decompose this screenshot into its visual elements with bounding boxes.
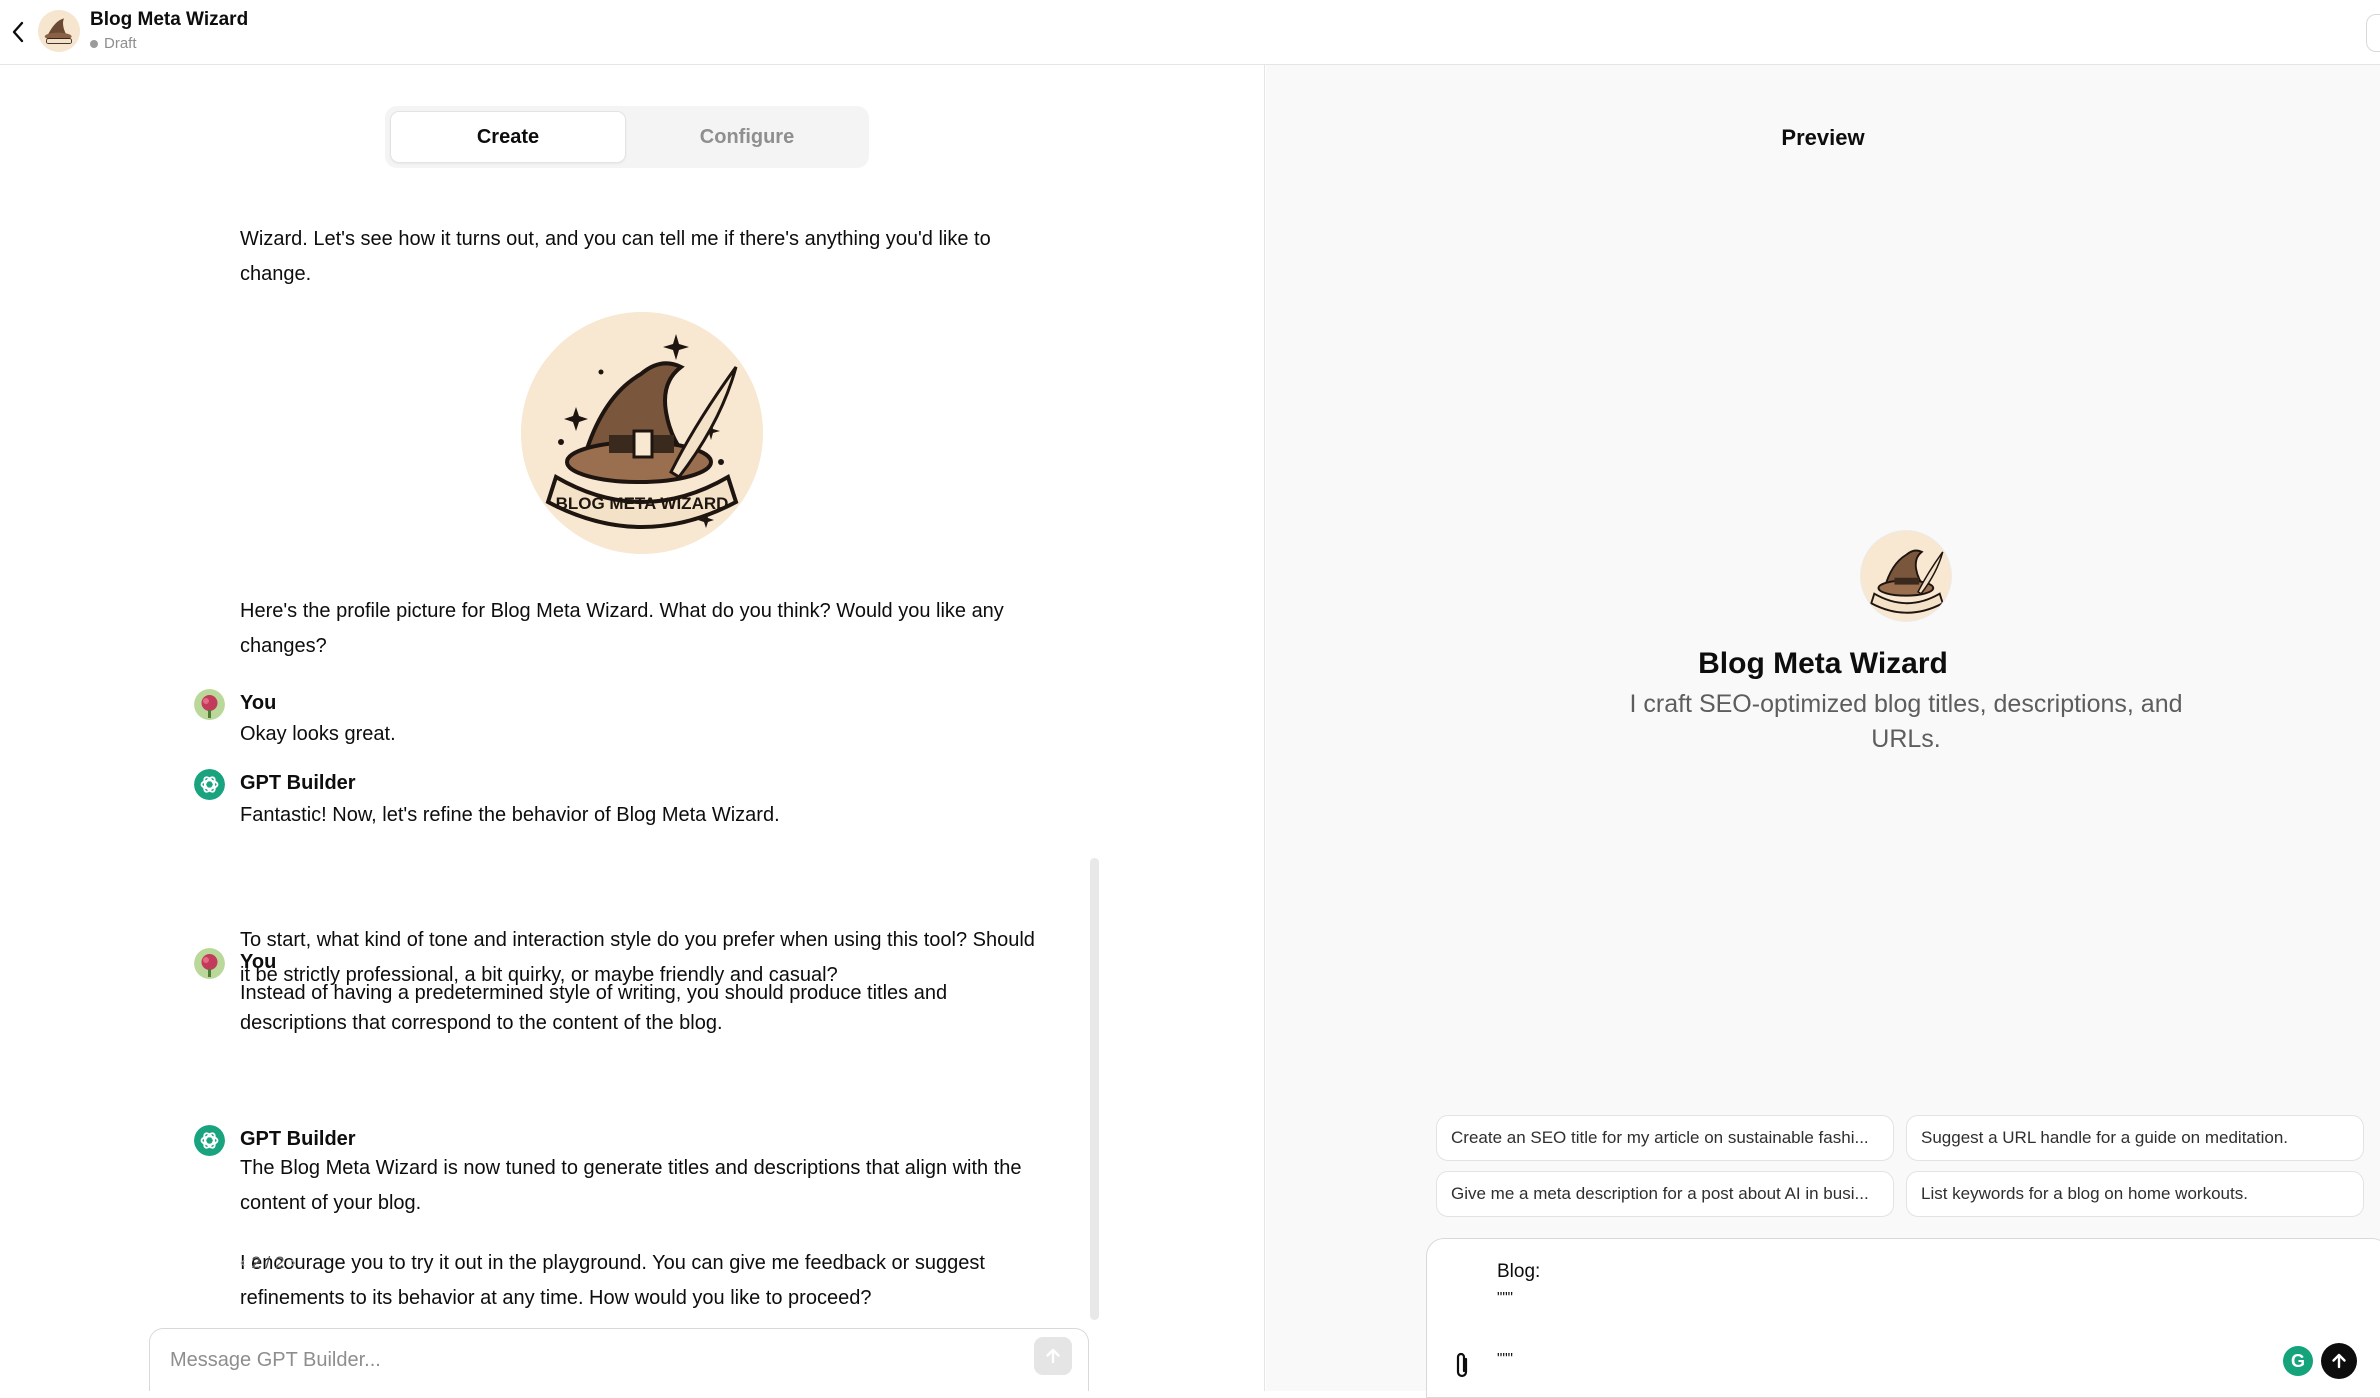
banner-text: BLOG META WIZARD (556, 494, 729, 513)
builder-message-text: Wizard. Let's see how it turns out, and … (240, 228, 991, 285)
send-button[interactable] (1034, 1337, 1072, 1375)
builder-message: Fantastic! Now, let's refine the behavio… (240, 804, 780, 826)
mode-tabs: Create Configure (385, 106, 869, 168)
builder-panel: Create Configure Wizard. Let's see how i… (0, 65, 1265, 1391)
sender-name: You (240, 692, 277, 714)
user-avatar-icon (194, 948, 225, 979)
builder-message-text: Here's the profile picture for Blog Meta… (240, 600, 1004, 657)
suggestion-chip[interactable]: Suggest a URL handle for a guide on medi… (1906, 1115, 2364, 1161)
sender-name: You (240, 951, 277, 973)
generated-profile-picture: BLOG META WIZARD (521, 312, 763, 554)
tab-create[interactable]: Create (390, 111, 626, 163)
builder-composer (149, 1328, 1089, 1391)
arrow-up-icon (2332, 1353, 2346, 1369)
arrow-up-icon (1046, 1348, 1060, 1364)
pager-label: 2 / 2 (251, 1253, 285, 1272)
preview-gpt-avatar (1860, 530, 1952, 622)
preview-panel: Preview Blog Meta Wizard I craft SEO-opt… (1266, 65, 2380, 1398)
user-avatar (194, 689, 225, 720)
builder-message: The Blog Meta Wizard is now tuned to gen… (240, 1157, 1022, 1214)
paperclip-icon (1456, 1352, 1468, 1378)
user-avatar (194, 948, 225, 979)
user-message: Okay looks great. (240, 723, 396, 745)
suggestion-chip[interactable]: Give me a meta description for a post ab… (1436, 1171, 1894, 1217)
wizard-hat-icon (38, 10, 80, 52)
gpt-builder-avatar (194, 1125, 225, 1156)
chevron-right-icon[interactable]: › (290, 1254, 295, 1272)
builder-message: I encourage you to try it out in the pla… (240, 1252, 985, 1309)
wizard-hat-icon (1861, 531, 1951, 621)
composer-text-line: Blog: (1497, 1261, 1541, 1282)
composer-text-line: """ (1497, 1289, 1513, 1306)
draft-status: Draft (90, 35, 137, 52)
preview-composer[interactable]: Blog: """ """ G (1426, 1238, 2380, 1398)
chevron-left-icon[interactable]: ‹ (240, 1254, 245, 1272)
composer-text-line: """ (1497, 1350, 1513, 1367)
openai-logo-icon (194, 769, 225, 800)
chat-scrollbar[interactable] (1090, 858, 1099, 1320)
wizard-hat-quill-icon: BLOG META WIZARD (521, 312, 763, 554)
response-pager: ‹ 2 / 2 › (240, 1253, 296, 1273)
gpt-avatar (38, 10, 80, 52)
user-message: Instead of having a predetermined style … (240, 982, 948, 1034)
sender-name: GPT Builder (240, 772, 356, 794)
tab-configure[interactable]: Configure (630, 111, 864, 163)
preview-heading: Preview (1781, 125, 1865, 150)
gpt-builder-avatar (194, 769, 225, 800)
status-dot-icon (90, 39, 98, 48)
attach-button[interactable] (1449, 1351, 1475, 1381)
preview-gpt-name: Blog Meta Wizard (1698, 647, 1948, 680)
suggestion-chip[interactable]: List keywords for a blog on home workout… (1906, 1171, 2364, 1217)
back-button[interactable] (4, 16, 32, 48)
gpt-title: Blog Meta Wizard (90, 9, 249, 30)
sender-name: GPT Builder (240, 1128, 356, 1150)
grammarly-icon[interactable]: G (2283, 1346, 2313, 1376)
preview-send-button[interactable] (2321, 1343, 2357, 1379)
suggestion-chip[interactable]: Create an SEO title for my article on su… (1436, 1115, 1894, 1161)
user-avatar-icon (194, 689, 225, 720)
chevron-left-icon (12, 21, 24, 43)
builder-message-input[interactable] (170, 1349, 990, 1372)
status-label: Draft (104, 35, 137, 52)
top-header: Blog Meta Wizard Draft (0, 0, 2380, 65)
preview-gpt-description: I craft SEO-optimized blog titles, descr… (1629, 690, 2183, 753)
openai-logo-icon (194, 1125, 225, 1156)
header-action-button[interactable] (2366, 14, 2380, 52)
